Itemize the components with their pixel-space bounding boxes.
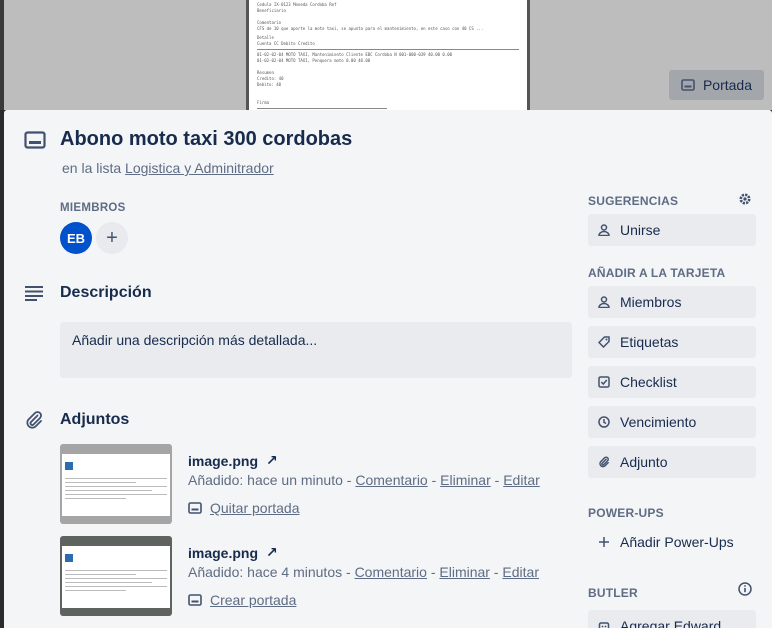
attachment-thumbnail[interactable] [60,536,172,616]
checkbox-icon [598,376,610,388]
plus-icon [598,536,610,548]
card-icon [188,502,202,514]
description-heading: Descripción [60,284,152,301]
edit-link[interactable]: Editar [502,564,539,580]
meta-separator: - [426,564,440,580]
card-detail-panel: Abono moto taxi 300 cordobas en la lista… [4,110,772,628]
attachment-filename: image.png [188,452,259,469]
person-icon [598,224,610,236]
make-cover-link[interactable]: Crear portada [188,592,296,608]
attachment-item: image.png ↗ Añadido: hace 4 minutos - Co… [60,536,580,616]
comment-link[interactable]: Comentario [355,564,427,580]
external-link-icon[interactable]: ↗ [266,452,278,469]
info-icon[interactable] [738,582,752,596]
add-member-button[interactable]: + [96,222,128,254]
comment-link[interactable]: Comentario [355,472,427,488]
cover-button[interactable]: Portada [668,70,764,100]
power-ups-heading: POWER-UPS [588,506,664,520]
attachment-label: Adjunto [620,454,668,470]
attachment-filename: image.png [188,544,259,561]
join-label: Unirse [620,222,661,238]
external-link-icon[interactable]: ↗ [266,544,278,561]
attachments-header: Adjuntos [24,410,129,430]
clock-icon [598,416,610,428]
list-link[interactable]: Logistica y Adminitrador [125,160,274,176]
attachments-heading: Adjuntos [60,411,130,428]
join-button[interactable]: Unirse [588,214,756,246]
members-label: Miembros [620,294,682,310]
card-cover: Cedula IX-0123 Moneda Cordoba Ref Benefi… [0,0,772,110]
card-header: Abono moto taxi 300 cordobas [24,128,352,151]
due-date-label: Vencimiento [620,414,697,430]
cover-doc-line: Cuenta CC Debito Credito [257,41,315,46]
cover-image: Cedula IX-0123 Moneda Cordoba Ref Benefi… [246,0,530,110]
cover-edge [0,0,4,110]
labels-label: Etiquetas [620,334,679,350]
add-to-card-heading: AÑADIR A LA TARJETA [588,266,726,280]
attachment-added: Añadido: hace 4 minutos [188,564,343,580]
due-date-button[interactable]: Vencimiento [588,406,756,438]
card-title[interactable]: Abono moto taxi 300 cordobas [60,128,352,151]
checklist-button[interactable]: Checklist [588,366,756,398]
paperclip-icon [598,456,610,468]
tag-icon [598,336,610,348]
meta-separator: - [342,472,356,488]
cover-action-label: Crear portada [210,592,297,608]
card-icon [24,130,46,149]
person-icon [598,296,610,308]
meta-separator: - [489,564,503,580]
description-header: Descripción [24,284,152,302]
attachment-added: Añadido: hace un minuto [188,472,343,488]
edit-link[interactable]: Editar [503,472,540,488]
attachment-name[interactable]: image.png ↗ [188,544,278,561]
butler-label: Agregar Edward [620,618,722,628]
paperclip-icon [24,410,44,430]
cover-action-label: Quitar portada [210,500,300,516]
description-icon [24,285,44,301]
attachment-item: image.png ↗ Añadido: hace un minuto - Co… [60,444,580,524]
attachment-button[interactable]: Adjunto [588,446,756,478]
robot-icon [598,620,610,628]
butler-heading: BUTLER [588,586,638,600]
delete-link[interactable]: Eliminar [439,564,490,580]
add-power-ups-button[interactable]: Añadir Power-Ups [588,526,756,558]
butler-button[interactable]: Agregar Edward [588,610,756,628]
delete-link[interactable]: Eliminar [440,472,491,488]
cover-button-label: Portada [702,77,752,93]
members-button[interactable]: Miembros [588,286,756,318]
description-input[interactable]: Añadir una descripción más detallada... [60,322,572,378]
gear-icon[interactable] [738,192,752,206]
attachment-thumbnail[interactable] [60,444,172,524]
meta-separator: - [490,472,504,488]
checklist-label: Checklist [620,374,677,390]
cover-doc-line: CFS de 10 que aporte la moto taxi, se ap… [257,26,484,31]
card-icon [188,594,202,606]
avatar[interactable]: EB [60,222,92,254]
attachment-name[interactable]: image.png ↗ [188,452,278,469]
card-list-line: en la lista Logistica y Adminitrador [62,160,274,176]
members-heading: MIEMBROS [60,202,126,214]
meta-separator: - [342,564,355,580]
attachment-meta: Añadido: hace un minuto - Comentario - E… [188,472,540,488]
cover-doc-line: Firma [257,100,270,105]
labels-button[interactable]: Etiquetas [588,326,756,358]
suggestions-heading: SUGERENCIAS [588,194,679,208]
list-prefix: en la lista [62,160,122,176]
add-power-ups-label: Añadir Power-Ups [620,534,734,550]
meta-separator: - [427,472,441,488]
attachment-meta: Añadido: hace 4 minutos - Comentario - E… [188,564,539,580]
card-icon [681,79,695,91]
remove-cover-link[interactable]: Quitar portada [188,500,300,516]
